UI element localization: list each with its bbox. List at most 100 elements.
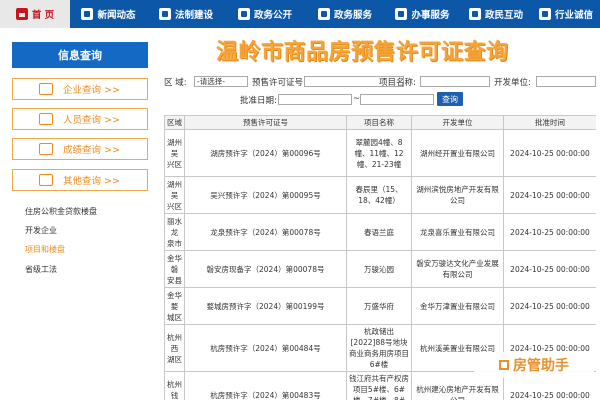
sidebar-link-method[interactable]: 省级工法 [25,264,57,275]
table-cell: 2024-10-25 00:00:00 [503,287,596,325]
sidebar-link-housing-fund[interactable]: 住房公积金贷款楼盘 [25,206,97,217]
table-cell: 湖州 吴 兴区 [164,176,185,214]
table-cell: 湖州滨悦房地产开发有限公司 [411,176,504,214]
table-cell[interactable]: 磐安房现备字（2024）第00078号 [184,250,347,288]
table-cell: 万骏沁园 [346,250,412,288]
law-icon [158,8,171,20]
top-nav: 首 页 新闻动态 法制建设 政务公开 政务服务 办事服务 政民互动 行业诚信 [0,0,600,28]
table-cell: 春语兰庭 [346,213,412,251]
nav-item-affairs[interactable]: 办事服务 [385,0,460,28]
sidebar-link-projects[interactable]: 项目和楼盘 [25,244,65,255]
table-cell: 湖州经开置业有限公司 [411,129,504,177]
developer-label: 开发单位: [494,78,531,88]
table-cell: 龙泉喜乐置业有限公司 [411,213,504,251]
table-row: 金华 磐 安县 磐安房现备字（2024）第00078号 万骏沁园 磐安万骏达文化产业发… [164,250,596,288]
nav-label: 政务服务 [333,10,372,21]
table-cell: 杭州 钱 塘区 [164,371,185,400]
nav-item-gov-service[interactable]: 政务服务 [305,0,385,28]
date-start-input[interactable] [278,94,352,105]
table-cell: 磐安万骏达文化产业发展有限公司 [411,250,504,288]
area-label: 区 域: [164,78,187,88]
nav-label: 政务公开 [253,10,292,21]
sidebar-button-label: 其他查询 >> [63,176,120,187]
person-icon [39,113,53,125]
table-cell: 杭州 西 湖区 [164,324,185,372]
table-cell: 金华 婺 城区 [164,287,185,325]
search-form: 区 域: -请选择- 预售许可证号: 项目名称: 开发单位: 批准日期: ~ 查… [164,74,596,108]
watermark-text: 房管助手 [513,358,569,374]
house-icon [499,360,509,370]
project-input[interactable] [420,76,490,87]
table-row: 湖州 吴 兴区 湖房预许字（2024）第00096号 翠麓园4幢、8幢、11幢、12… [164,129,596,177]
nav-item-law[interactable]: 法制建设 [147,0,225,28]
table-cell[interactable]: 婺城房预许字（2024）第00199号 [184,287,347,325]
table-cell: 2024-10-25 00:00:00 [503,129,596,177]
table-row: 丽水 龙 泉市 龙泉预许字（2024）第00078号 春语兰庭 龙泉喜乐置业有限公司 2… [164,213,596,251]
news-icon [81,8,94,20]
interaction-icon [468,8,481,20]
nav-item-news[interactable]: 新闻动态 [70,0,147,28]
table-cell[interactable]: 湖房预许字（2024）第00096号 [184,129,347,177]
sidebar-button-person[interactable]: 人员查询 >> [12,108,148,130]
search-button[interactable]: 查询 [437,92,463,106]
sidebar-button-score[interactable]: 成绩查询 >> [12,138,148,160]
date-label: 批准日期: [240,96,277,106]
nav-label: 新闻动态 [97,10,136,21]
table-cell: 金华万津置业有限公司 [411,287,504,325]
nav-item-home[interactable]: 首 页 [0,0,70,28]
table-header-row: 区域 预售许可证号 项目名称 开发单位 批准时间 [164,115,596,130]
nav-label: 办事服务 [411,10,450,21]
table-cell[interactable]: 龙泉预许字（2024）第00078号 [184,213,347,251]
sidebar: 信息查询 企业查询 >> 人员查询 >> 成绩查询 >> 其他查询 >> 住房公… [0,28,158,400]
nav-item-gov-open[interactable]: 政务公开 [225,0,305,28]
developer-input[interactable] [536,76,596,87]
table-row: 湖州 吴 兴区 吴兴预许字（2024）第00095号 春辰里（15、18、42幢）湖… [164,176,596,214]
table-cell[interactable]: 吴兴预许字（2024）第00095号 [184,176,347,214]
table-cell: 2024-10-25 00:00:00 [503,250,596,288]
nav-item-integrity[interactable]: 行业诚信 [532,0,600,28]
table-cell: 2024-10-25 00:00:00 [503,213,596,251]
home-icon [15,8,28,20]
table-cell: 金华 磐 安县 [164,250,185,288]
column-header: 项目名称 [346,115,412,130]
sidebar-button-label: 成绩查询 >> [63,145,120,156]
watermark-logo: 房管助手 [474,352,594,378]
chart-icon [39,83,53,95]
sidebar-title: 信息查询 [12,42,148,68]
date-end-input[interactable] [360,94,434,105]
nav-label: 政民互动 [484,10,523,21]
area-select[interactable]: -请选择- [194,76,248,87]
table-cell: 丽水 龙 泉市 [164,213,185,251]
table-cell[interactable]: 杭房预许字（2024）第00483号 [184,371,347,400]
table-cell: 钱江府共有产权房项目5#楼、6#楼、7#楼、8#楼、11#楼 [346,371,412,400]
nav-label: 法制建设 [174,10,213,21]
table-row: 金华 婺 城区 婺城房预许字（2024）第00199号 万盛华府 金华万津置业有限公司… [164,287,596,325]
table-cell: 翠麓园4幢、8幢、11幢、12幢、21-23幢 [346,129,412,177]
nav-item-interaction[interactable]: 政民互动 [460,0,532,28]
integrity-icon [538,8,551,20]
table-cell: 2024-10-25 00:00:00 [503,176,596,214]
project-label: 项目名称: [379,78,416,88]
table-cell[interactable]: 杭房预许字（2024）第00484号 [184,324,347,372]
table-cell: 春辰里（15、18、42幢） [346,176,412,214]
affairs-icon [395,8,408,20]
sidebar-button-company[interactable]: 企业查询 >> [12,78,148,100]
table-cell: 湖州 吴 兴区 [164,129,185,177]
grid-icon [39,174,53,186]
gov-open-icon [237,8,250,20]
nav-label: 行业诚信 [554,10,593,21]
sidebar-button-label: 人员查询 >> [63,115,120,126]
permit-label: 预售许可证号: [252,78,306,88]
column-header: 区域 [164,115,185,130]
column-header: 批准时间 [503,115,596,130]
column-header: 开发单位 [411,115,504,130]
sidebar-link-developer[interactable]: 开发企业 [25,225,57,236]
nav-label: 首 页 [31,10,55,21]
page-title: 温岭市商品房预售许可证查询 [216,40,509,65]
book-icon [39,143,53,155]
table-cell: 杭政储出[2022]88号地块商业商务用房项目6#楼 [346,324,412,372]
sidebar-button-other[interactable]: 其他查询 >> [12,169,148,191]
table-cell: 万盛华府 [346,287,412,325]
sidebar-button-label: 企业查询 >> [63,85,120,96]
gov-service-icon [317,8,330,20]
